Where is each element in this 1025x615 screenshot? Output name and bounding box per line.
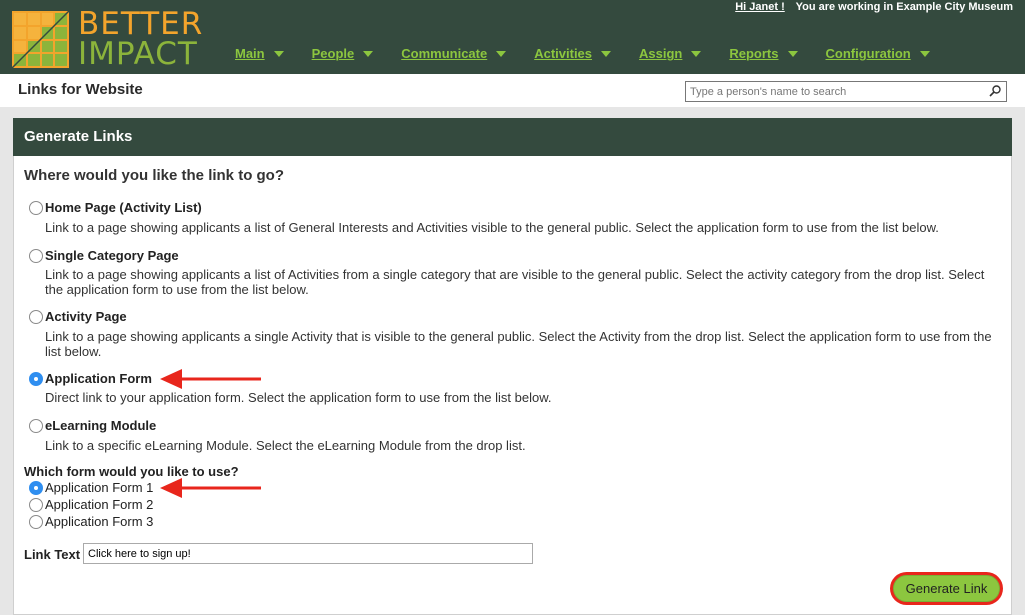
- option-single-category-desc: Link to a page showing applicants a list…: [45, 267, 985, 297]
- nav-reports[interactable]: Reports: [729, 46, 798, 61]
- page-title: Links for Website: [18, 81, 143, 98]
- annotation-arrow-icon: [160, 478, 261, 498]
- chevron-down-icon: [691, 50, 702, 57]
- chevron-down-icon: [601, 50, 612, 57]
- form-question: Which form would you like to use?: [24, 464, 239, 479]
- search-icon[interactable]: [988, 84, 1002, 98]
- option-application-form-label[interactable]: Application Form: [45, 371, 152, 386]
- user-greeting-link[interactable]: Hi Janet !: [735, 1, 785, 13]
- annotation-arrow-icon: [160, 369, 261, 389]
- radio-single-category[interactable]: [29, 249, 43, 263]
- nav-activities-label: Activities: [534, 46, 593, 61]
- search-input[interactable]: [686, 82, 976, 101]
- application-form-1-label[interactable]: Application Form 1: [45, 480, 153, 495]
- option-elearning-label[interactable]: eLearning Module: [45, 418, 156, 433]
- chevron-down-icon: [496, 50, 507, 57]
- nav-activities[interactable]: Activities: [534, 46, 612, 61]
- link-text-label: Link Text: [24, 547, 81, 562]
- destination-question: Where would you like the link to go?: [24, 167, 285, 184]
- nav-configuration[interactable]: Configuration: [826, 46, 930, 61]
- panel-header: [13, 118, 1012, 156]
- panel-title: Generate Links: [24, 128, 133, 145]
- nav-main-label: Main: [235, 46, 265, 61]
- option-home-page-desc: Link to a page showing applicants a list…: [45, 220, 939, 235]
- nav-people-label: People: [311, 46, 355, 61]
- option-elearning-desc: Link to a specific eLearning Module. Sel…: [45, 438, 526, 453]
- option-application-form-desc: Direct link to your application form. Se…: [45, 390, 552, 405]
- user-status: Hi Janet ! You are working in Example Ci…: [735, 1, 1013, 13]
- option-activity-page-desc: Link to a page showing applicants a sing…: [45, 329, 992, 359]
- application-form-3-label[interactable]: Application Form 3: [45, 514, 153, 529]
- nav-communicate[interactable]: Communicate: [401, 46, 507, 61]
- main-nav: Main People Communicate Activities Assig…: [235, 46, 958, 61]
- nav-people[interactable]: People: [312, 46, 374, 61]
- nav-communicate-label: Communicate: [401, 46, 488, 61]
- chevron-down-icon: [919, 50, 930, 57]
- radio-application-form-3[interactable]: [29, 515, 43, 529]
- application-form-2-label[interactable]: Application Form 2: [45, 497, 153, 512]
- link-text-input[interactable]: [83, 543, 533, 564]
- radio-application-form[interactable]: [29, 372, 43, 386]
- logo-line-2: IMPACT: [78, 36, 198, 72]
- generate-link-button[interactable]: Generate Link: [893, 575, 1000, 602]
- logo-wordmark: BETTER IMPACT: [78, 9, 203, 72]
- radio-home-page[interactable]: [29, 201, 43, 215]
- generate-links-panel: [13, 118, 1012, 615]
- radio-application-form-1[interactable]: [29, 481, 43, 495]
- radio-activity-page[interactable]: [29, 310, 43, 324]
- option-home-page-label[interactable]: Home Page (Activity List): [45, 200, 202, 215]
- option-activity-page-label[interactable]: Activity Page: [45, 309, 127, 324]
- organization-context: You are working in Example City Museum: [795, 1, 1013, 13]
- nav-assign-label: Assign: [639, 46, 683, 61]
- chevron-down-icon: [787, 50, 798, 57]
- nav-reports-label: Reports: [729, 46, 779, 61]
- nav-configuration-label: Configuration: [825, 46, 911, 61]
- nav-main[interactable]: Main: [235, 46, 284, 61]
- nav-assign[interactable]: Assign: [639, 46, 702, 61]
- chevron-down-icon: [363, 50, 374, 57]
- chevron-down-icon: [273, 50, 284, 57]
- radio-elearning-module[interactable]: [29, 419, 43, 433]
- radio-application-form-2[interactable]: [29, 498, 43, 512]
- option-single-category-label[interactable]: Single Category Page: [45, 248, 179, 263]
- better-impact-logo-icon: [12, 11, 69, 68]
- person-search: [685, 81, 1007, 102]
